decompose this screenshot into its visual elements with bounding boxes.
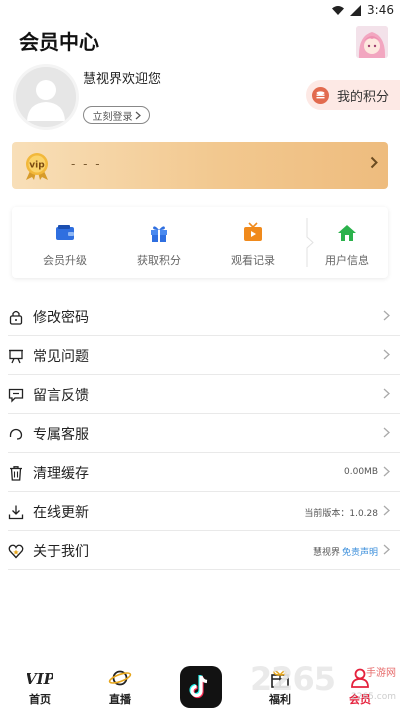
tab-home[interactable]: VIP 首页 <box>10 660 70 707</box>
coins-icon <box>312 86 329 104</box>
menu-item-label: 关于我们 <box>33 544 89 560</box>
easel-icon <box>9 349 23 364</box>
chevron-right-icon <box>370 156 378 169</box>
menu-item-change-password[interactable]: 修改密码 <box>8 297 400 336</box>
quick-action-label: 用户信息 <box>325 254 369 267</box>
chevron-right-icon <box>383 388 390 399</box>
user-placeholder-icon <box>16 67 76 127</box>
cache-size: 0.00MB <box>344 467 378 477</box>
wifi-icon <box>332 5 345 15</box>
my-points-label: 我的积分 <box>337 89 390 105</box>
tv-icon <box>244 222 262 241</box>
brand-name: 慧视界 <box>312 548 340 558</box>
watermark: 2265 手游网 2265.com <box>250 660 400 705</box>
comment-icon <box>8 388 24 403</box>
vip-home-icon: VIP <box>27 668 53 688</box>
menu-item-feedback[interactable]: 留言反馈 <box>8 375 400 414</box>
quick-action-label: 会员升级 <box>43 254 87 267</box>
about-right-text: 慧视界 免责声明 <box>313 545 378 558</box>
chevron-right-icon <box>383 544 390 555</box>
quick-action-points[interactable]: 获取积分 <box>112 207 206 278</box>
chevron-right-icon <box>135 111 141 119</box>
current-version: 当前版本：1.0.28 <box>304 509 378 519</box>
menu-item-label: 清理缓存 <box>33 466 89 482</box>
chevron-right-icon <box>383 427 390 438</box>
music-note-icon <box>189 675 208 699</box>
menu-item-label: 在线更新 <box>33 505 89 521</box>
status-time: 3:46 <box>367 3 394 17</box>
avatar[interactable] <box>356 26 388 58</box>
menu-item-online-update[interactable]: 在线更新 当前版本：1.0.28 <box>8 492 400 531</box>
headset-icon <box>9 428 23 440</box>
chevron-right-icon <box>383 310 390 321</box>
menu-item-clear-cache[interactable]: 清理缓存 0.00MB <box>8 453 400 492</box>
trash-icon <box>10 466 22 481</box>
menu-item-label: 留言反馈 <box>33 388 89 404</box>
quick-action-label: 获取积分 <box>137 254 181 267</box>
signal-icon <box>350 4 362 16</box>
download-icon <box>8 505 24 520</box>
chevron-right-icon <box>383 466 390 477</box>
menu-item-label: 修改密码 <box>33 310 89 326</box>
tab-label: 首页 <box>29 693 51 706</box>
watermark-number: 2265 <box>250 660 336 698</box>
login-button[interactable]: 立刻登录 <box>83 106 150 124</box>
quick-action-history[interactable]: 观看记录 <box>206 207 300 278</box>
welcome-text: 慧视界欢迎您 <box>83 72 162 87</box>
my-points-button[interactable]: 我的积分 <box>306 80 400 110</box>
wallet-icon <box>56 225 74 240</box>
quick-action-label: 观看记录 <box>231 254 275 267</box>
chevron-right-icon <box>383 505 390 516</box>
disclaimer-link[interactable]: 免责声明 <box>342 548 378 558</box>
home-icon <box>338 225 356 241</box>
anime-avatar-icon <box>356 26 388 58</box>
quick-action-user-info[interactable]: 用户信息 <box>300 207 394 278</box>
settings-menu: 修改密码 常见问题 留言反馈 专属客服 清理缓存 0.00MB 在线更新 当前版… <box>0 297 400 570</box>
home-badge-text: VIP <box>27 670 53 687</box>
watermark-site: 手游网 <box>366 668 396 679</box>
gift-icon <box>151 226 167 242</box>
chevron-right-icon <box>383 349 390 360</box>
watermark-url: 2265.com <box>351 692 396 702</box>
menu-item-faq[interactable]: 常见问题 <box>8 336 400 375</box>
status-bar: 3:46 <box>0 0 400 22</box>
vip-card[interactable]: vip - - - <box>12 142 388 189</box>
menu-item-label: 专属客服 <box>33 427 89 443</box>
tab-live[interactable]: 直播 <box>90 660 150 707</box>
planet-icon <box>107 668 133 688</box>
page-title: 会员中心 <box>19 30 99 54</box>
lock-icon <box>9 310 23 325</box>
login-button-label: 立刻登录 <box>92 111 133 123</box>
vip-status-text: - - - <box>71 157 102 171</box>
tab-label: 直播 <box>109 693 131 706</box>
menu-item-label: 常见问题 <box>33 349 89 365</box>
profile-avatar[interactable] <box>16 67 76 127</box>
menu-item-about-us[interactable]: 关于我们 慧视界 免责声明 <box>8 531 400 570</box>
menu-item-customer-service[interactable]: 专属客服 <box>8 414 400 453</box>
vip-badge-icon: vip <box>26 153 48 180</box>
tiktok-tab-button[interactable] <box>180 666 222 708</box>
status-indicators: 3:46 <box>331 3 394 17</box>
quick-action-upgrade[interactable]: 会员升级 <box>18 207 112 278</box>
quick-actions-panel: 会员升级 获取积分 观看记录 用户信息 <box>12 207 388 278</box>
vip-badge-text: vip <box>29 161 45 171</box>
heart-icon <box>8 544 24 559</box>
